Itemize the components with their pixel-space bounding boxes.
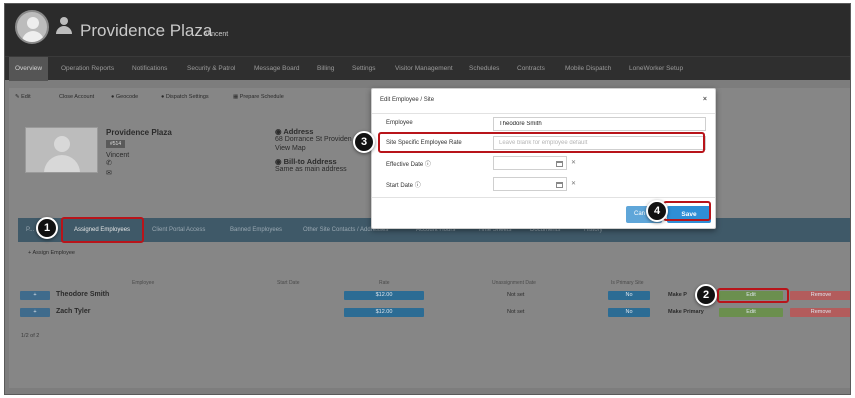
make-primary-button[interactable]: Make P [668,292,687,298]
highlight-rate-field [378,132,705,153]
step-marker-3: 3 [353,131,375,153]
step-marker-2: 2 [695,284,717,306]
geocode-button[interactable]: ● Geocode [111,94,138,100]
row-expand-button[interactable]: + [20,291,50,300]
tab-banned-employees[interactable]: Banned Employees [230,218,282,242]
view-map-link[interactable]: View Map [275,145,306,152]
nav-message-board[interactable]: Message Board [248,57,306,81]
remove-row-button[interactable]: Remove [790,308,850,317]
nav-loneworker-setup[interactable]: LoneWorker Setup [623,57,689,81]
unassignment-date: Not set [507,309,525,315]
rate-badge: $12.00 [344,308,424,317]
nav-contracts[interactable]: Contracts [511,57,551,81]
close-icon[interactable]: × [703,96,707,103]
nav-billing[interactable]: Billing [311,57,340,81]
modal-title: Edit Employee / Site [380,97,435,103]
col-start-date: Start Date [277,280,300,286]
start-date-label: Start Date ⓘ [386,183,421,189]
unassignment-date: Not set [507,292,525,298]
main-nav: Overview Operation Reports Notifications… [5,56,850,81]
nav-settings[interactable]: Settings [346,57,382,81]
close-account-button[interactable]: Close Account [59,94,94,100]
table-row: + Zach Tyler $12.00 Not set No Make Prim… [18,306,850,320]
calendar-icon[interactable] [556,161,563,167]
modal-footer-divider [372,197,715,198]
phone-icon: ✆ [106,160,112,167]
row-expand-button[interactable]: + [20,308,50,317]
address-line: 68 Dorrance St Providen [275,136,352,143]
clear-icon[interactable]: ✕ [571,159,576,166]
dispatch-settings-button[interactable]: ● Dispatch Settings [161,94,209,100]
nav-security-patrol[interactable]: Security & Patrol [181,57,241,81]
primary-badge: No [608,308,650,317]
nav-visitor-management[interactable]: Visitor Management [389,57,459,81]
nav-overview[interactable]: Overview [9,57,49,81]
clear-icon[interactable]: ✕ [571,180,576,187]
pager: 1/2 of 2 [21,333,40,339]
modal-divider [372,113,715,114]
nav-mobile-dispatch[interactable]: Mobile Dispatch [559,57,617,81]
effective-date-label: Effective Date ⓘ [386,162,431,168]
profile-name: Providence Plaza [106,128,172,137]
info-icon: ⓘ [424,162,431,168]
site-header: Providence Plaza Vincent [5,4,850,56]
col-rate: Rate [379,280,390,286]
site-title: Providence Plaza [80,21,213,40]
profile-subtitle: Vincent [106,152,130,159]
remove-row-button[interactable]: Remove [790,291,850,300]
billto-line: Same as main address [275,166,347,173]
profile-photo [25,127,98,173]
info-icon: ⓘ [414,183,421,189]
billto-heading: ◉ Bill-to Address [275,157,337,166]
app-window: Providence Plaza Vincent Overview Operat… [4,3,851,395]
employee-field[interactable] [493,117,706,131]
highlight-assigned-employees [61,217,144,243]
highlight-edit-button [717,288,789,303]
step-marker-4: 4 [646,200,668,222]
site-subtitle: Vincent [205,31,229,38]
employee-name: Zach Tyler [56,308,91,315]
edit-row-button[interactable]: Edit [719,308,783,317]
person-icon [56,17,72,35]
nav-operation-reports[interactable]: Operation Reports [55,57,120,81]
edit-button[interactable]: ✎ Edit [15,94,31,100]
mail-icon: ✉ [106,170,112,177]
schedule-icon: ▦ [233,94,240,100]
tab-client-portal-access[interactable]: Client Portal Access [152,218,205,242]
highlight-save-button [663,201,711,221]
col-employee: Employee [132,280,155,286]
close-account-label: Close Account [59,94,95,100]
col-is-primary-site: Is Primary Site [611,280,644,286]
calendar-icon[interactable] [556,182,563,188]
employee-name: Theodore Smith [56,291,110,298]
col-unassignment-date: Unassignment Date [492,280,536,286]
address-heading: ◉ Address [275,127,314,136]
prepare-schedule-button[interactable]: ▦ Prepare Schedule [233,94,284,100]
tab-first[interactable]: P... [26,218,34,242]
employee-label: Employee [386,120,413,126]
make-primary-button[interactable]: Make Primary [668,309,704,315]
assign-employee-button[interactable]: + Assign Employee [28,250,75,256]
step-marker-1: 1 [36,217,58,239]
nav-notifications[interactable]: Notifications [126,57,173,81]
primary-badge: No [608,291,650,300]
rate-badge: $12.00 [344,291,424,300]
nav-schedules[interactable]: Schedules [463,57,505,81]
site-avatar [15,10,49,44]
globe-icon: ◉ [275,157,284,166]
profile-badge: #514 [106,140,126,148]
